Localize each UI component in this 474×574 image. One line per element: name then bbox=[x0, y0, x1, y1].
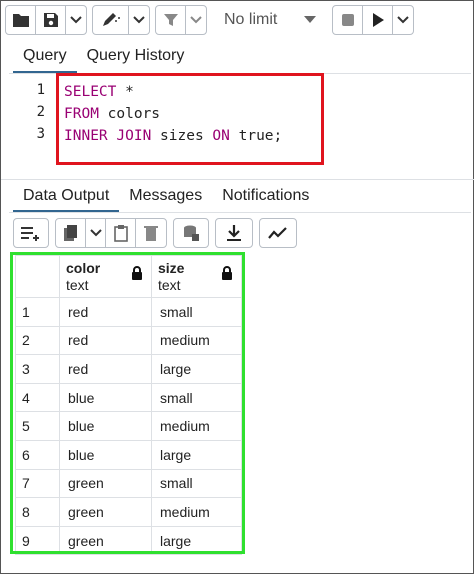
line-number: 1 bbox=[36, 82, 45, 98]
filter-options-dropdown[interactable] bbox=[186, 6, 206, 34]
download-icon bbox=[227, 225, 241, 241]
download-group bbox=[215, 218, 253, 248]
graph-visualiser-button[interactable] bbox=[260, 219, 296, 247]
tab-query[interactable]: Query bbox=[13, 45, 77, 73]
copy-options-dropdown[interactable] bbox=[86, 219, 106, 247]
add-row-icon bbox=[21, 227, 39, 241]
filter-button[interactable] bbox=[156, 6, 186, 34]
tab-query-history[interactable]: Query History bbox=[77, 45, 195, 73]
row-limit-select[interactable]: No limit bbox=[212, 11, 326, 29]
save-data-icon bbox=[184, 225, 199, 241]
line-chart-icon bbox=[268, 227, 287, 239]
chevron-down-icon bbox=[89, 229, 102, 237]
edit-button-group bbox=[92, 5, 150, 35]
edit-options-dropdown[interactable] bbox=[129, 6, 149, 34]
play-icon bbox=[372, 13, 384, 27]
stop-button[interactable] bbox=[333, 6, 363, 34]
line-number-gutter: 1 2 3 bbox=[9, 79, 49, 145]
copy-icon bbox=[63, 225, 77, 241]
copy-group bbox=[55, 218, 167, 248]
caret-down-icon bbox=[304, 16, 316, 23]
result-tabs: Data Output Messages Notifications bbox=[13, 184, 319, 212]
tab-messages[interactable]: Messages bbox=[119, 184, 212, 212]
add-row-button[interactable] bbox=[14, 219, 48, 247]
open-file-button[interactable] bbox=[6, 6, 36, 34]
execute-options-dropdown[interactable] bbox=[393, 6, 413, 34]
chevron-down-icon bbox=[70, 16, 82, 24]
execute-button-group bbox=[332, 5, 414, 35]
pgadmin-query-tool: No limit Query Query History 1 2 3 SELEC… bbox=[0, 0, 474, 574]
row-limit-value: No limit bbox=[224, 11, 278, 28]
tab-notifications[interactable]: Notifications bbox=[212, 184, 319, 212]
graph-group bbox=[259, 218, 297, 248]
filter-button-group bbox=[155, 5, 207, 35]
result-toolbar bbox=[13, 218, 303, 248]
query-toolbar: No limit bbox=[5, 4, 471, 36]
paste-button[interactable] bbox=[106, 219, 136, 247]
folder-icon bbox=[12, 14, 29, 27]
edit-icon bbox=[102, 13, 120, 26]
clipboard-icon bbox=[113, 225, 128, 242]
file-button-group bbox=[5, 5, 87, 35]
chevron-down-icon bbox=[397, 16, 409, 24]
result-highlight-box bbox=[10, 252, 245, 554]
trash-icon bbox=[144, 226, 158, 241]
download-button[interactable] bbox=[216, 219, 252, 247]
filter-icon bbox=[163, 14, 178, 26]
edit-button[interactable] bbox=[93, 6, 129, 34]
delete-button[interactable] bbox=[136, 219, 166, 247]
execute-button[interactable] bbox=[363, 6, 393, 34]
query-highlight-box bbox=[56, 73, 324, 165]
line-number: 3 bbox=[36, 126, 45, 142]
save-icon bbox=[43, 13, 58, 27]
add-row-group bbox=[13, 218, 49, 248]
chevron-down-icon bbox=[133, 16, 145, 24]
tabs-divider bbox=[9, 212, 471, 213]
tab-data-output[interactable]: Data Output bbox=[13, 184, 120, 212]
save-data-button[interactable] bbox=[174, 219, 208, 247]
save-data-group bbox=[173, 218, 209, 248]
pane-divider[interactable] bbox=[1, 179, 474, 180]
chevron-down-icon bbox=[190, 16, 202, 24]
save-options-dropdown[interactable] bbox=[66, 6, 86, 34]
query-tabs: Query Query History bbox=[13, 45, 194, 73]
save-file-button[interactable] bbox=[36, 6, 66, 34]
line-number: 2 bbox=[36, 104, 45, 120]
copy-button[interactable] bbox=[56, 219, 86, 247]
stop-icon bbox=[341, 14, 354, 26]
